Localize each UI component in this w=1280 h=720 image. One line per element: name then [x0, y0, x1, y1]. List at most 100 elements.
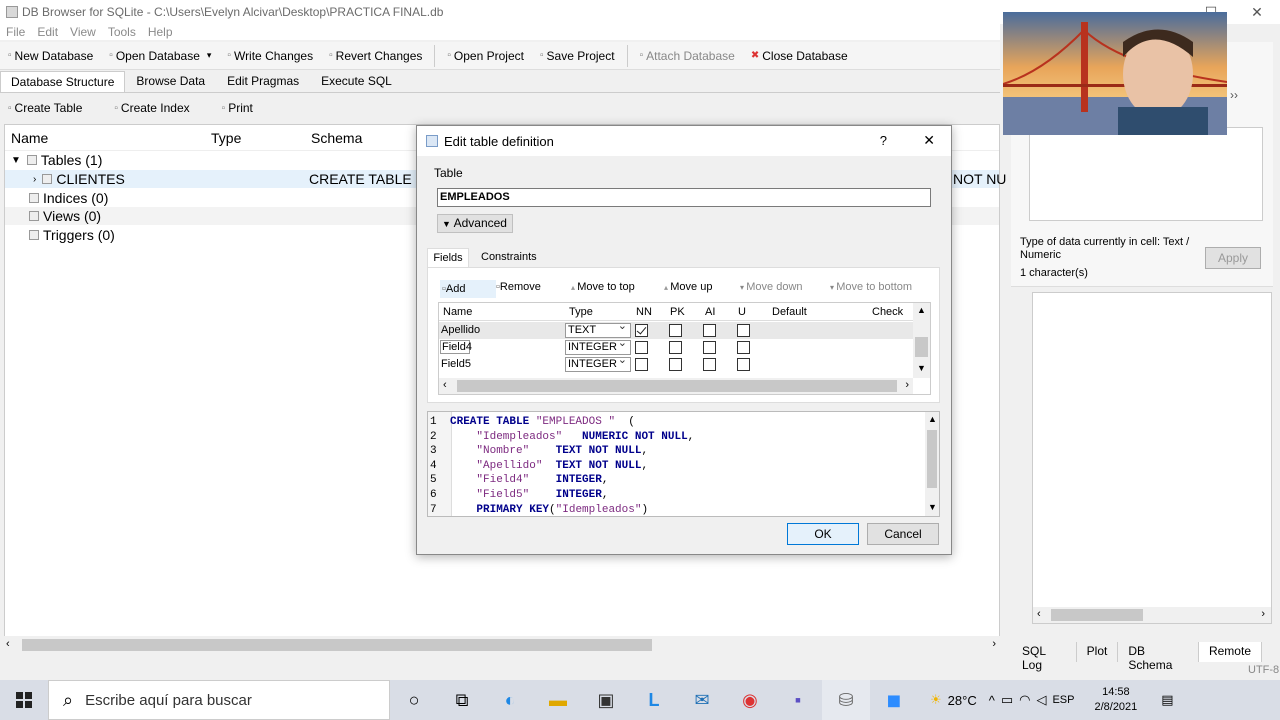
cortana-icon[interactable]: ○	[390, 680, 438, 720]
task-view-icon[interactable]: ⧉	[438, 680, 486, 720]
nn-checkbox[interactable]	[635, 324, 648, 337]
unique-checkbox[interactable]	[737, 324, 750, 337]
ai-checkbox[interactable]	[703, 324, 716, 337]
taskbar-search[interactable]: ⌕ Escribe aquí para buscar	[48, 680, 390, 720]
add-field-button[interactable]: ▫Add	[440, 280, 496, 298]
field-name-editor[interactable]: Field4	[440, 340, 472, 354]
column-type[interactable]: Type	[211, 130, 241, 146]
sql-preview[interactable]: 1 CREATE TABLE "EMPLEADOS " (2 "Idemplead…	[427, 411, 940, 517]
scroll-right-icon[interactable]: ›	[992, 638, 996, 650]
tab-fields[interactable]: Fields	[427, 248, 469, 268]
store-icon[interactable]: ▣	[582, 680, 630, 720]
column-schema[interactable]: Schema	[311, 130, 362, 146]
field-row[interactable]: Apellido TEXT	[439, 320, 913, 339]
file-explorer-icon[interactable]: ▬	[534, 680, 582, 720]
create-table-button[interactable]: ▫ Create Table	[0, 101, 90, 115]
language-indicator[interactable]: ESP	[1052, 694, 1074, 706]
pk-checkbox[interactable]	[669, 341, 682, 354]
chevron-down-icon[interactable]: ▼	[11, 155, 21, 166]
scroll-down-icon[interactable]: ▼	[917, 363, 926, 373]
scroll-up-icon[interactable]: ▲	[917, 305, 926, 315]
col-default[interactable]: Default	[772, 306, 807, 318]
scroll-left-icon[interactable]: ‹	[6, 638, 10, 650]
scroll-right-icon[interactable]: ›	[1261, 608, 1265, 620]
battery-icon[interactable]: ▭	[1001, 692, 1013, 708]
sql-vertical-scrollbar[interactable]: ▲ ▼	[925, 412, 939, 516]
revert-changes-button[interactable]: ▫ Revert Changes	[321, 49, 430, 63]
menu-tools[interactable]: Tools	[102, 24, 142, 40]
unique-checkbox[interactable]	[737, 341, 750, 354]
tab-remote[interactable]: Remote	[1198, 642, 1262, 662]
nn-checkbox[interactable]	[635, 341, 648, 354]
notifications-icon[interactable]: ▤	[1161, 692, 1173, 708]
menu-file[interactable]: File	[0, 24, 31, 40]
field-row[interactable]: Field5 INTEGER	[439, 354, 913, 373]
col-nn[interactable]: NN	[636, 306, 652, 318]
save-project-button[interactable]: ▫ Save Project	[532, 49, 623, 63]
ai-checkbox[interactable]	[703, 358, 716, 371]
field-row[interactable]: Field4 INTEGER	[439, 337, 913, 356]
tab-sql-log[interactable]: SQL Log	[1012, 642, 1077, 672]
menu-edit[interactable]: Edit	[31, 24, 64, 40]
mail-icon[interactable]: ✉	[678, 680, 726, 720]
fields-horizontal-scrollbar[interactable]: ‹ ›	[439, 378, 913, 394]
clock[interactable]: 14:58 2/8/2021	[1094, 685, 1137, 715]
write-changes-button[interactable]: ▫ Write Changes	[219, 49, 321, 63]
chrome-icon[interactable]: ◉	[726, 680, 774, 720]
cell-editor[interactable]	[1029, 127, 1263, 221]
teams-icon[interactable]: ▪	[774, 680, 822, 720]
create-index-button[interactable]: ▫ Create Index	[106, 101, 197, 115]
new-database-button[interactable]: ▫ New Database	[0, 49, 101, 63]
move-down-button[interactable]: ▾ Move down	[740, 281, 803, 293]
col-u[interactable]: U	[738, 306, 746, 318]
db-browser-icon[interactable]: ⛁	[822, 680, 870, 720]
open-project-button[interactable]: ▫ Open Project	[439, 49, 532, 63]
lexicon-icon[interactable]: L	[630, 680, 678, 720]
scroll-right-icon[interactable]: ›	[905, 379, 909, 391]
print-button[interactable]: ▫ Print	[214, 101, 261, 115]
scrollbar-thumb[interactable]	[927, 430, 937, 488]
attach-database-button[interactable]: ▫ Attach Database	[632, 49, 743, 63]
dropdown-arrow-icon[interactable]: ▾	[207, 50, 212, 61]
table-name-input[interactable]: EMPLEADOS	[437, 188, 931, 207]
scrollbar-thumb[interactable]	[1051, 609, 1143, 621]
ai-checkbox[interactable]	[703, 341, 716, 354]
tab-db-schema[interactable]: DB Schema	[1118, 642, 1199, 672]
weather-icon[interactable]: ☀	[930, 692, 942, 708]
scroll-left-icon[interactable]: ‹	[443, 379, 447, 391]
help-icon[interactable]: ?	[880, 133, 887, 148]
scrollbar-thumb[interactable]	[457, 380, 897, 392]
tab-edit-pragmas[interactable]: Edit Pragmas	[216, 70, 310, 92]
col-pk[interactable]: PK	[670, 306, 685, 318]
tab-constraints[interactable]: Constraints	[481, 251, 537, 263]
tab-browse-data[interactable]: Browse Data	[125, 70, 216, 92]
dialog-close-icon[interactable]: ✕	[923, 132, 935, 149]
windows-start-icon[interactable]	[0, 680, 48, 720]
col-type[interactable]: Type	[569, 306, 593, 318]
nn-checkbox[interactable]	[635, 358, 648, 371]
tab-execute-sql[interactable]: Execute SQL	[310, 70, 403, 92]
col-ai[interactable]: AI	[705, 306, 715, 318]
fields-vertical-scrollbar[interactable]: ▲ ▼	[913, 303, 930, 378]
tab-database-structure[interactable]: Database Structure	[0, 71, 126, 92]
move-top-button[interactable]: ▴ Move to top	[571, 281, 635, 293]
ok-button[interactable]: OK	[787, 523, 859, 545]
scroll-down-icon[interactable]: ▼	[928, 502, 937, 512]
pk-checkbox[interactable]	[669, 358, 682, 371]
scroll-left-icon[interactable]: ‹	[1037, 608, 1041, 620]
temperature[interactable]: 28°C	[948, 693, 977, 708]
edge-icon[interactable]: ◐	[486, 680, 534, 720]
scroll-up-icon[interactable]: ▲	[928, 414, 937, 424]
volume-icon[interactable]: ◁	[1036, 692, 1046, 708]
chevron-right-icon[interactable]: ›	[33, 174, 36, 185]
scrollbar-thumb[interactable]	[22, 639, 652, 651]
remote-horizontal-scrollbar[interactable]: ‹ ›	[1033, 607, 1271, 623]
remove-field-button[interactable]: ▫Remove	[496, 281, 541, 293]
scrollbar-thumb[interactable]	[915, 337, 928, 357]
menu-help[interactable]: Help	[142, 24, 179, 40]
close-database-button[interactable]: ✖ Close Database	[743, 49, 856, 63]
col-name[interactable]: Name	[443, 306, 472, 318]
open-database-button[interactable]: ▫ Open Database ▾	[101, 49, 219, 63]
apply-button[interactable]: Apply	[1205, 247, 1261, 269]
cancel-button[interactable]: Cancel	[867, 523, 939, 545]
